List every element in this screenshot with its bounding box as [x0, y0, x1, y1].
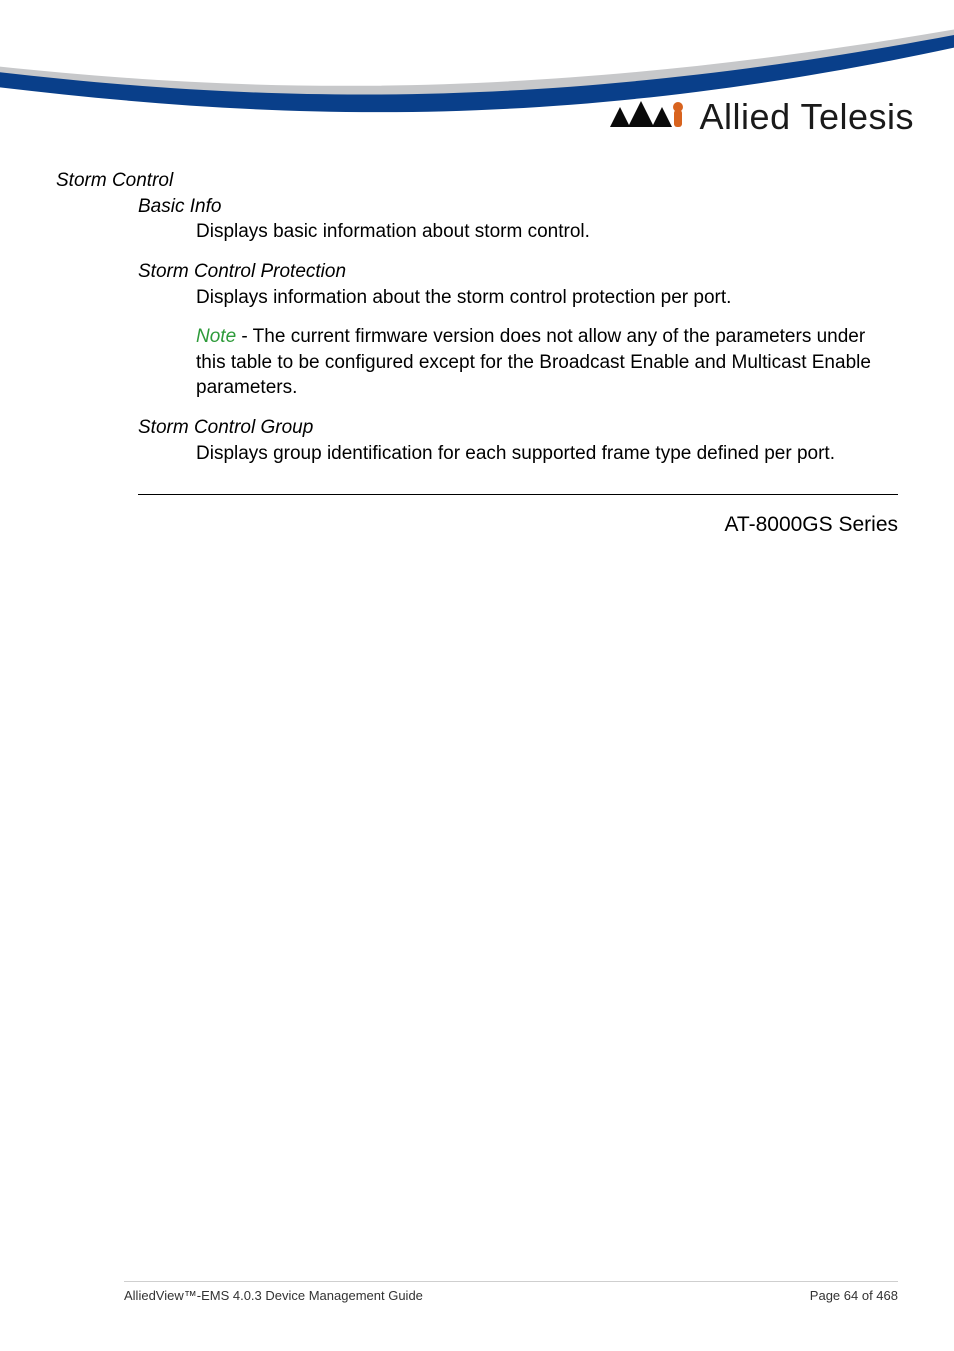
header-banner	[0, 0, 954, 170]
page-footer: AlliedView™-EMS 4.0.3 Device Management …	[124, 1281, 898, 1303]
document-page: Allied Telesis Storm Control Basic Info …	[0, 0, 954, 1351]
logo-text: Allied Telesis	[700, 96, 914, 138]
group-block: Storm Control Group Displays group ident…	[56, 415, 898, 466]
note-body: - The current firmware version does not …	[196, 326, 871, 398]
group-title: Storm Control Group	[138, 415, 898, 441]
brand-logo: Allied Telesis	[610, 96, 914, 138]
basic-info-title: Basic Info	[138, 194, 898, 220]
protection-title: Storm Control Protection	[138, 259, 898, 285]
content-area: Storm Control Basic Info Displays basic …	[56, 168, 898, 540]
swoosh-graphic	[0, 0, 954, 170]
basic-info-body: Displays basic information about storm c…	[196, 219, 898, 245]
group-body: Displays group identification for each s…	[196, 441, 898, 467]
logo-mark-icon	[610, 99, 690, 135]
section-title: Storm Control	[56, 168, 898, 194]
protection-body: Displays information about the storm con…	[196, 285, 898, 311]
footer-left: AlliedView™-EMS 4.0.3 Device Management …	[124, 1288, 423, 1303]
protection-block: Storm Control Protection Displays inform…	[56, 259, 898, 401]
protection-note: Note - The current firmware version does…	[196, 324, 898, 401]
series-label: AT-8000GS Series	[56, 511, 898, 539]
note-label: Note	[196, 326, 236, 347]
section-rule	[138, 494, 898, 495]
basic-info-block: Basic Info Displays basic information ab…	[56, 194, 898, 245]
footer-right: Page 64 of 468	[810, 1288, 898, 1303]
